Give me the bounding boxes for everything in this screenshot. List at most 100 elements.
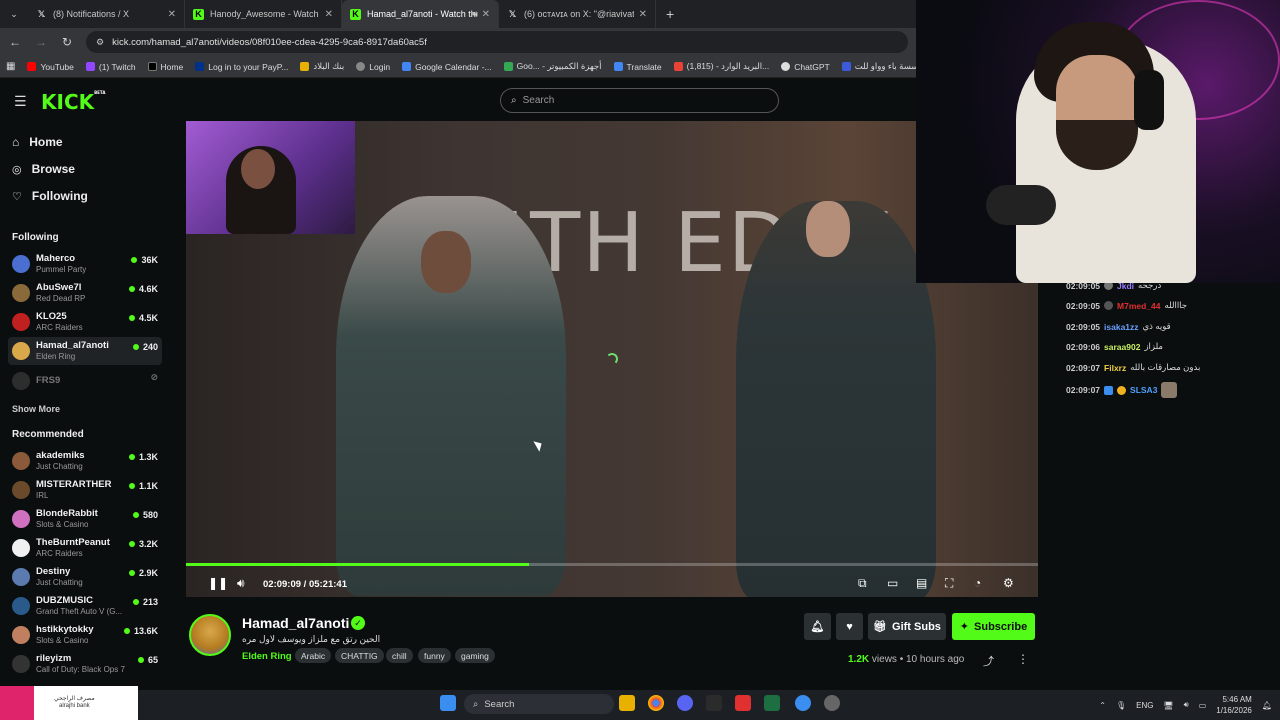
subscribe-button[interactable]: ✦ Subscribe — [952, 613, 1035, 640]
close-icon[interactable]: ✕ — [168, 9, 176, 20]
sidebar: ⌂ Home ◎ Browse ♡ Following Following Maher… — [0, 121, 170, 690]
chrome-icon[interactable] — [648, 695, 664, 711]
settings-gear-icon[interactable]: ⚙ — [1003, 576, 1014, 590]
miniplayer-icon[interactable]: ⧉ — [858, 576, 867, 591]
kick-logo[interactable]: KICKBETA — [41, 90, 105, 114]
bookmark[interactable]: (1,815) - البريد الوارد... — [673, 61, 769, 72]
excel-icon[interactable] — [764, 695, 780, 711]
apps-icon[interactable]: ▦ — [6, 61, 15, 72]
windows-start-icon[interactable] — [440, 695, 456, 711]
gift-subs-button[interactable]: 🎁︎ Gift Subs — [868, 613, 946, 640]
close-icon[interactable]: ✕ — [639, 9, 647, 20]
tab-list-icon[interactable]: ⌄ — [0, 0, 28, 28]
menu-icon[interactable]: ☰ — [14, 93, 27, 110]
sidebar-channel[interactable]: BlondeRabbit Slots & Casino 580 — [8, 505, 162, 533]
app-icon[interactable] — [706, 695, 722, 711]
sidebar-channel[interactable]: rileyizm Call of Duty: Black Ops 7 65 — [8, 650, 162, 678]
game-category-link[interactable]: Elden Ring — [242, 651, 292, 662]
microphone-icon[interactable]: 🎙︎ — [1116, 701, 1126, 710]
site-settings-icon[interactable]: ⚙ — [96, 37, 104, 48]
speaker-icon[interactable]: 🔊︎ — [472, 9, 478, 20]
sidebar-channel[interactable]: Destiny Just Chatting 2.9K — [8, 563, 162, 591]
chat-username[interactable]: SLSA3 — [1130, 385, 1157, 395]
taskbar-search[interactable]: ⌕ Search — [464, 694, 614, 714]
settings-icon[interactable] — [824, 695, 840, 711]
browser-tab-active[interactable]: K Hamad_al7anoti - Watch the 🔊︎ ✕ — [342, 0, 499, 28]
show-more-link[interactable]: Show More — [12, 404, 60, 414]
streamer-name[interactable]: Hamad_al7anoti — [242, 615, 349, 631]
back-icon[interactable]: ← — [8, 35, 22, 49]
reload-icon[interactable]: ↻ — [60, 35, 74, 49]
sidebar-channel[interactable]: akademiks Just Chatting 1.3K — [8, 447, 162, 475]
notification-icon[interactable]: 🔔︎ — [1262, 701, 1272, 710]
volume-icon[interactable]: 🔊︎ — [237, 576, 245, 591]
sidebar-channel[interactable]: DUBZMUSIC Grand Theft Auto V (G... 213 — [8, 592, 162, 620]
search-input[interactable]: ⌕ Search — [500, 88, 779, 113]
chat-username[interactable]: M7med_44 — [1117, 301, 1160, 311]
bookmark[interactable]: Login — [356, 62, 390, 72]
captions-icon[interactable]: ▤ — [916, 576, 927, 590]
theater-mode-icon[interactable]: ▭ — [887, 576, 898, 590]
tag-chip[interactable]: funny — [418, 648, 451, 663]
sidebar-channel[interactable]: TheBurntPeanut ARC Raiders 3.2K — [8, 534, 162, 562]
bookmark[interactable]: ChatGPT — [781, 62, 830, 72]
network-icon[interactable]: 🖥︎ — [1163, 701, 1173, 710]
browser-tab[interactable]: K Hanody_Awesome - Watch the ✕ — [185, 0, 342, 28]
channel-name: FRS9 — [36, 375, 61, 386]
pause-icon[interactable]: ❚❚ — [208, 576, 228, 590]
close-icon[interactable]: ✕ — [482, 9, 490, 20]
playback-speed-icon[interactable]: ◔ — [974, 576, 981, 590]
nav-browse[interactable]: ◎ Browse — [12, 162, 75, 176]
bookmark[interactable]: (1) Twitch — [85, 62, 136, 72]
notification-bell-button[interactable]: 🔔︎ — [804, 613, 831, 640]
bookmark[interactable]: مؤسسة باء وواو للت... — [841, 61, 916, 72]
volume-icon[interactable]: 🔊︎ — [1184, 700, 1189, 710]
sidebar-channel[interactable]: KLO25 ARC Raiders 4.5K — [8, 308, 162, 336]
follow-button[interactable]: ♥ — [836, 613, 863, 640]
tag-chip[interactable]: gaming — [455, 648, 495, 663]
chat-username[interactable]: Filxrz — [1104, 363, 1126, 373]
sidebar-channel[interactable]: MISTERARTHER IRL 1.1K — [8, 476, 162, 504]
bookmark[interactable]: Home — [147, 62, 183, 72]
video-player[interactable]: 5TH EDITI ❚❚ 🔊︎ 02:09:09 / 05:21:41 ⧉ ▭ … — [186, 121, 1038, 597]
more-options-icon[interactable]: ⋮ — [1017, 652, 1029, 666]
bookmark[interactable]: Translate — [613, 62, 662, 72]
seek-bar[interactable] — [186, 563, 1038, 566]
channel-game: Call of Duty: Black Ops 7 — [36, 665, 125, 674]
bookmark[interactable]: YouTube — [27, 62, 74, 72]
bank-logo: مصرف الراجحي alrajhi bank — [34, 696, 95, 710]
nav-following[interactable]: ♡ Following — [12, 189, 88, 203]
tag-chip[interactable]: chill — [386, 648, 413, 663]
discord-icon[interactable] — [677, 695, 693, 711]
streamer-avatar[interactable] — [189, 614, 231, 656]
browser-tab[interactable]: 𝕏 (8) Notifications / X ✕ — [28, 0, 185, 28]
tag-chip[interactable]: CHATTIG — [335, 648, 384, 663]
nav-home[interactable]: ⌂ Home — [12, 135, 63, 149]
sidebar-channel[interactable]: hstikkytokky Slots & Casino 13.6K — [8, 621, 162, 649]
url-field[interactable]: ⚙ kick.com/hamad_al7anoti/videos/08f010e… — [86, 31, 908, 53]
sidebar-channel-selected[interactable]: Hamad_al7anoti Elden Ring 240 — [8, 337, 162, 365]
chevron-up-icon[interactable]: ⌃ — [1099, 701, 1106, 710]
bookmark[interactable]: بنك البلاد — [300, 61, 344, 72]
chrome-active-icon[interactable] — [795, 695, 811, 711]
new-tab-button[interactable]: + — [656, 0, 674, 28]
chat-username[interactable]: isaka1zz — [1104, 322, 1139, 332]
bookmark[interactable]: Log in to your PayP... — [195, 62, 288, 72]
sidebar-channel[interactable]: Maherco Pummel Party 36K — [8, 250, 162, 278]
close-icon[interactable]: ✕ — [325, 9, 333, 20]
browser-tab[interactable]: 𝕏 (6) ᴏᴄᴛᴀᴠɪᴀ on X: "@riavivatu @ ✕ — [499, 0, 656, 28]
chat-username[interactable]: saraa902 — [1104, 342, 1140, 352]
file-explorer-icon[interactable] — [619, 695, 635, 711]
app-icon[interactable] — [735, 695, 751, 711]
sidebar-channel[interactable]: AbuSwe7l Red Dead RP 4.6K — [8, 279, 162, 307]
bookmark[interactable]: Goo... - أجهزة الكمبيوتر — [503, 61, 602, 72]
tag-chip[interactable]: Arabic — [295, 648, 332, 663]
battery-icon[interactable]: ▭ — [1199, 701, 1207, 710]
fullscreen-icon[interactable]: ⛶ — [945, 576, 953, 591]
forward-icon[interactable]: → — [34, 35, 48, 49]
share-icon[interactable]: ⤴ — [983, 653, 994, 669]
sidebar-channel-offline[interactable]: FRS9 ⊘ — [8, 367, 162, 395]
language-indicator[interactable]: ENG — [1136, 701, 1153, 710]
clock[interactable]: 5:46 AM 1/16/2026 — [1216, 694, 1252, 716]
bookmark[interactable]: Google Calendar -... — [402, 62, 492, 72]
